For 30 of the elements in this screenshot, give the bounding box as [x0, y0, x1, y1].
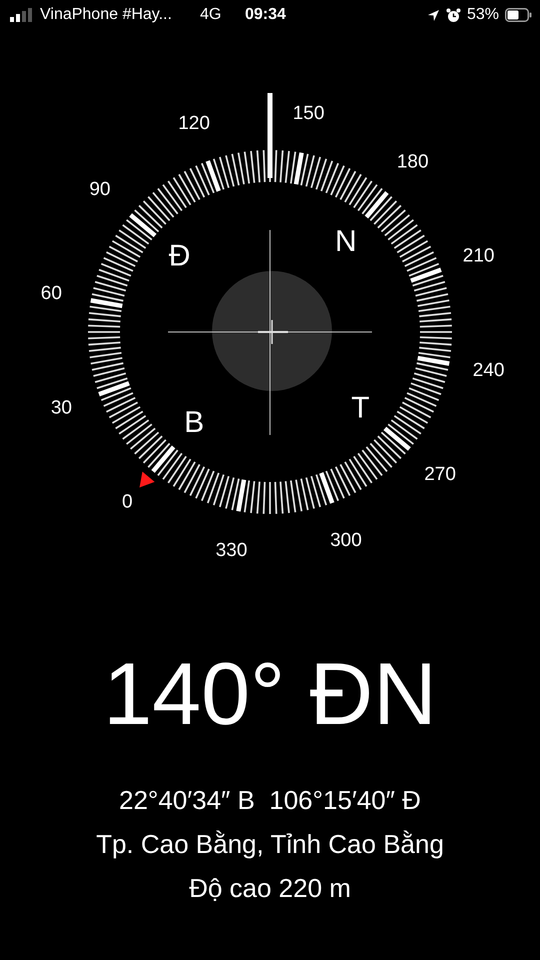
degree-label: 60	[40, 282, 62, 304]
network-type: 4G	[200, 6, 222, 24]
degree-label: 150	[292, 102, 324, 124]
degree-label: 300	[330, 530, 362, 552]
carrier-name: VinaPhone #Hay...	[40, 6, 172, 24]
degree-label: 210	[462, 246, 494, 267]
battery-icon	[505, 8, 532, 22]
coordinates: 22°40′34″ B 106°15′40″ Đ	[119, 784, 421, 817]
location-arrow-icon	[426, 8, 440, 22]
alarm-clock-icon	[446, 8, 461, 22]
degree-label: 90	[89, 178, 110, 200]
degree-label: 180	[396, 151, 429, 172]
signal-icon	[10, 8, 32, 22]
cardinal-direction: N	[335, 225, 357, 258]
battery-percent: 53%	[466, 6, 499, 24]
degree-label: 330	[216, 540, 248, 562]
degree-label: 270	[424, 464, 456, 486]
cardinal-direction: Đ	[168, 240, 190, 273]
heading-readout: 140° ĐN	[103, 650, 437, 738]
location-name: Tp. Cao Bằng, Tỉnh Cao Bằng	[96, 828, 444, 861]
center-cross	[258, 320, 288, 344]
degree-label: 120	[178, 112, 210, 134]
cardinal-direction: T	[351, 391, 370, 424]
degree-label: 30	[50, 397, 72, 418]
clock-time: 09:34	[245, 6, 286, 24]
altitude: Độ cao 220 m	[189, 872, 351, 905]
degree-label: 240	[472, 360, 504, 382]
degree-label: 0	[122, 492, 133, 513]
north-marker-icon	[140, 472, 155, 488]
cardinal-direction: B	[184, 406, 204, 439]
